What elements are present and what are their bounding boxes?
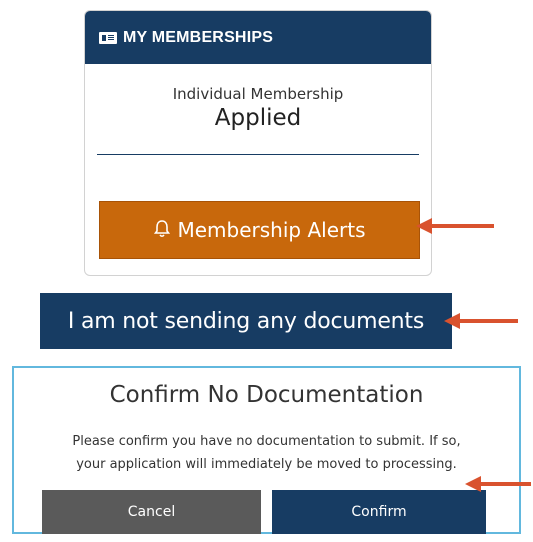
cancel-button[interactable]: Cancel bbox=[42, 490, 261, 534]
card-header: MY MEMBERSHIPS bbox=[85, 11, 431, 64]
arrow-shaft bbox=[477, 482, 531, 486]
card-divider bbox=[97, 154, 419, 155]
dialog-message: Please confirm you have no documentation… bbox=[24, 430, 509, 476]
my-memberships-card: MY MEMBERSHIPS Individual Membership App… bbox=[84, 10, 432, 276]
dialog-message-line-2: your application will immediately be mov… bbox=[76, 457, 457, 472]
dialog-title: Confirm No Documentation bbox=[109, 382, 424, 408]
membership-alerts-label: Membership Alerts bbox=[177, 218, 366, 242]
membership-alerts-button[interactable]: Membership Alerts bbox=[99, 201, 420, 259]
arrow-shaft bbox=[428, 224, 494, 228]
bell-icon bbox=[153, 219, 170, 241]
confirm-no-documentation-dialog: Confirm No Documentation Please confirm … bbox=[12, 366, 521, 534]
membership-status: Applied bbox=[214, 105, 302, 131]
dialog-message-line-1: Please confirm you have no documentation… bbox=[72, 434, 461, 449]
card-header-title: MY MEMBERSHIPS bbox=[123, 28, 274, 46]
arrow-shaft bbox=[456, 319, 518, 323]
not-sending-documents-button[interactable]: I am not sending any documents bbox=[40, 293, 452, 349]
id-card-icon bbox=[99, 31, 117, 44]
not-sending-documents-label: I am not sending any documents bbox=[67, 308, 425, 334]
confirm-button[interactable]: Confirm bbox=[272, 490, 486, 534]
bell-icon-svg bbox=[153, 219, 170, 237]
membership-type: Individual Membership bbox=[172, 85, 344, 103]
